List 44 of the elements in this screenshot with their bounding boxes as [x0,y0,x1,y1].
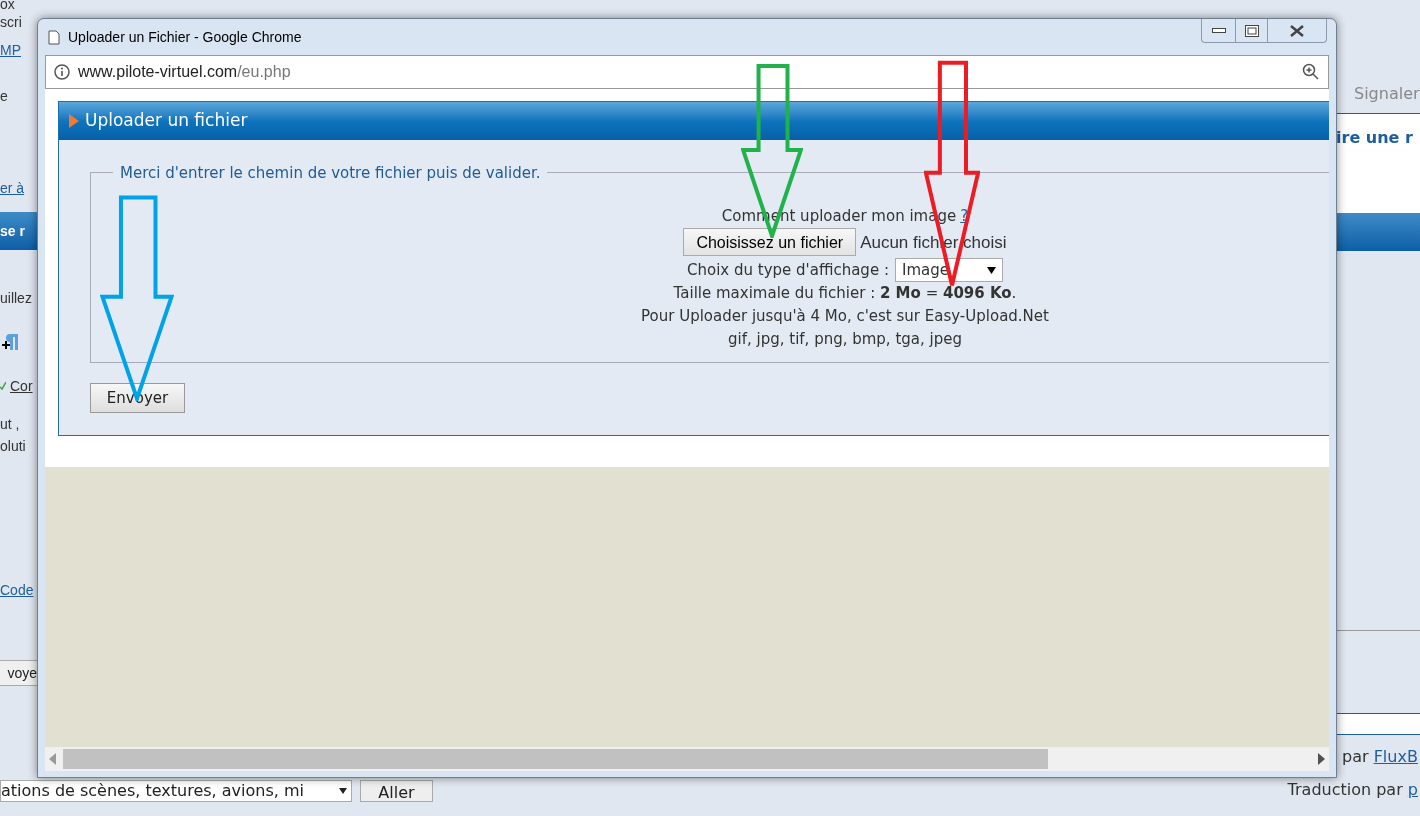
triangle-icon [69,114,79,128]
footer-text: par [1342,747,1370,767]
jump-select[interactable]: ations de scènes, textures, avions, mi [0,780,352,802]
page-link[interactable]: MP [0,42,21,58]
section-bar: se r [0,212,37,250]
horizontal-scrollbar[interactable] [45,747,1329,771]
display-type-label: Choix du type d'affichage : [687,259,889,281]
paragraph-icon [0,332,20,352]
close-icon [1289,24,1305,37]
caret-icon [986,266,996,274]
footer-link[interactable]: FluxB [1373,747,1418,767]
scroll-right-icon[interactable] [1317,753,1325,765]
reply-panel: ire une r [1336,113,1420,213]
help-link[interactable]: ? [960,205,969,228]
page-text: ut , [0,416,20,432]
page-text: e [0,88,8,104]
formats-text: gif, jpg, tif, png, bmp, tga, jpeg [728,329,962,350]
info-icon [54,64,70,80]
size-limit-text: Taille maximale du fichier : 2 Mo = 4096 Ko. [673,283,1017,304]
page-link[interactable]: Code [0,582,34,598]
page-text: scri [0,14,22,30]
zoom-icon[interactable] [1302,63,1320,81]
panel-title: Uploader un fichier [85,109,248,133]
check-icon [0,382,6,390]
caret-icon [339,788,347,794]
go-button[interactable]: Aller [360,780,433,802]
page-link[interactable]: Cor [10,376,33,396]
url-text: www.pilote-virtuel.com/eu.php [78,62,291,82]
page-button[interactable]: voye [0,660,37,686]
footer-link[interactable]: p [1407,780,1418,800]
submit-button[interactable]: Envoyer [90,383,185,413]
page-text: uillez [0,290,32,306]
file-choose-button[interactable]: Choisissez un fichier [683,228,857,256]
page-text: ox [0,0,15,12]
document-icon [48,29,60,45]
text-field[interactable] [1336,713,1420,735]
page-link[interactable]: er à [0,180,25,196]
easy-upload-text: Pour Uploader jusqu'à 4 Mo, c'est sur Easy-Upload.Net [641,306,1049,327]
address-bar[interactable]: www.pilote-virtuel.com/eu.php [45,55,1329,89]
window-title: Uploader un Fichier - Google Chrome [68,27,302,47]
maximize-icon [1244,24,1259,37]
footer-text: Traduction par [1287,780,1404,800]
minimize-icon [1211,27,1226,34]
page-text: oluti [0,438,26,454]
